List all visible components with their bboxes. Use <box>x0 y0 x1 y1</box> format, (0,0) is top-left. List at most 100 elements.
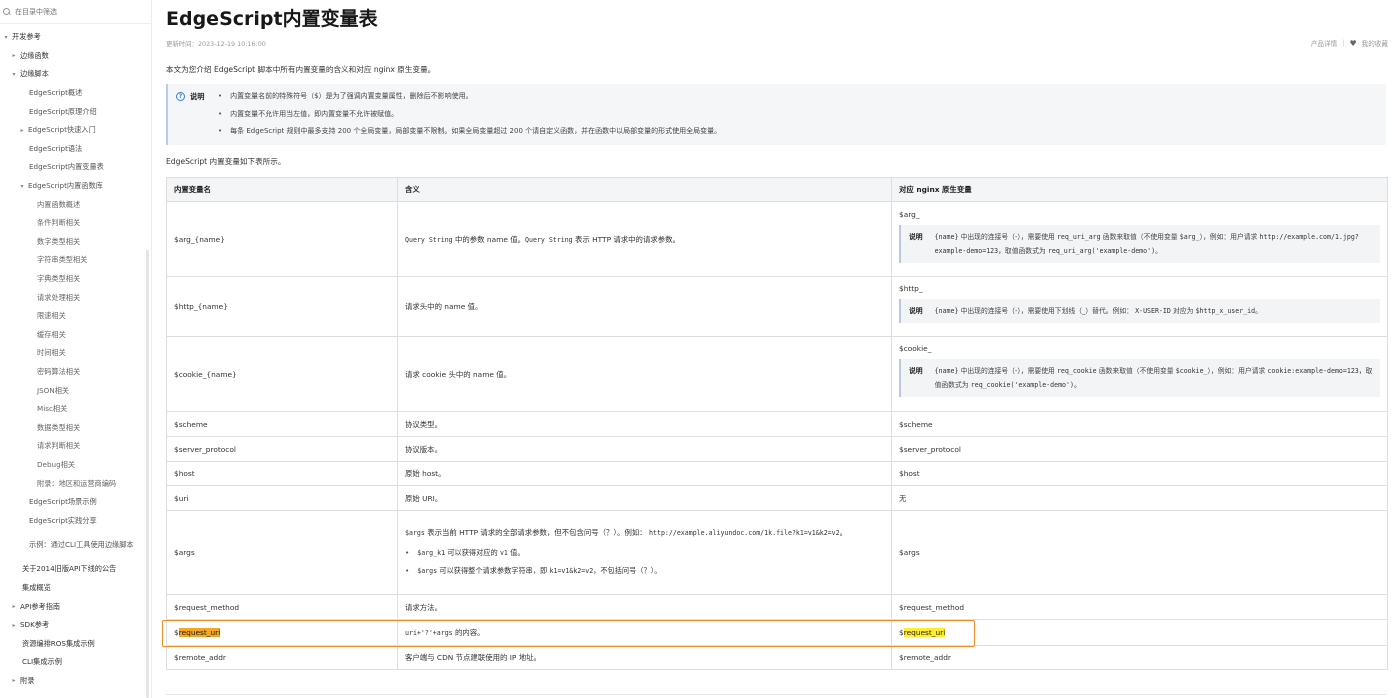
chevron-down-icon[interactable]: ▾ <box>10 71 18 78</box>
nginx-var: $http_ 说明 {name} 中出现的连接号（-），需要使用下划线（_）替代… <box>891 276 1388 337</box>
sidebar-item[interactable]: JSON相关 <box>0 381 151 400</box>
sidebar-item-label: 请求判断相关 <box>37 441 81 451</box>
code-text: $arg_k1 <box>417 549 446 557</box>
text: 函数来取值（不使用变量 <box>1096 367 1176 375</box>
sidebar-item[interactable]: 集成概览 <box>0 579 151 598</box>
code-text: Query String <box>525 235 573 244</box>
sidebar-item[interactable]: 数据类型相关 <box>0 418 151 437</box>
sidebar-item[interactable]: CLI集成示例 <box>0 653 151 672</box>
sidebar-item[interactable]: ▸ 附录 <box>0 672 151 691</box>
sidebar-item[interactable]: 条件判断相关 <box>0 214 151 233</box>
chevron-right-icon[interactable]: ▸ <box>10 622 18 629</box>
sidebar-search-input[interactable] <box>15 7 135 16</box>
code-text: uri+'?'+args <box>405 629 453 637</box>
sidebar-item[interactable]: ▸ 边缘函数 <box>0 47 151 66</box>
nginx-var-name: $arg_ <box>899 210 920 219</box>
favorite-link[interactable]: 我的收藏 <box>1362 38 1388 48</box>
sidebar-item[interactable]: 限速相关 <box>0 307 151 326</box>
sidebar-item[interactable]: 关于2014旧版API下线的公告 <box>0 560 151 579</box>
sidebar-item-label: EdgeScript内置函数库 <box>28 181 103 191</box>
sidebar-item[interactable]: EdgeScript原理介绍 <box>0 102 151 121</box>
sidebar-item[interactable]: 缓存相关 <box>0 326 151 345</box>
nginx-var: $request_method <box>891 594 1388 620</box>
sidebar-item-label: EdgeScript原理介绍 <box>29 106 97 116</box>
sub-note-text: {name} 中出现的连接号（-），需要使用 req_cookie 函数来取值（… <box>935 364 1374 392</box>
sidebar-item[interactable]: ▾ 边缘脚本 <box>0 65 151 84</box>
code-text: req_uri_arg <box>1056 233 1101 241</box>
sidebar-item[interactable]: 请求判断相关 <box>0 437 151 456</box>
text: ，不包括问号（？）。 <box>593 566 662 575</box>
text: 对应为 <box>1170 307 1196 315</box>
sub-note-label: 说明 <box>909 367 923 375</box>
var-name: $http_{name} <box>166 276 398 337</box>
search-highlight: request_uri <box>178 628 221 637</box>
sub-note-text: {name} 中出现的连接号（-），需要使用 req_uri_arg 函数来取值… <box>935 230 1374 258</box>
sidebar-item[interactable]: EdgeScript概述 <box>0 84 151 103</box>
sidebar-item[interactable]: EdgeScript场景示例 <box>0 493 151 512</box>
sidebar-search[interactable] <box>0 0 151 24</box>
chevron-right-icon[interactable]: ▸ <box>18 127 26 134</box>
var-meaning: Query String 中的参数 name 值。Query String 表示… <box>397 201 892 277</box>
sidebar-item[interactable]: ▾ 开发参考 <box>0 28 151 47</box>
var-meaning: 请求方法。 <box>397 594 892 620</box>
column-header: 含义 <box>397 177 892 202</box>
nginx-var-name: $http_ <box>899 284 923 293</box>
chevron-down-icon[interactable]: ▾ <box>2 34 10 41</box>
sidebar-item[interactable]: 字符串类型相关 <box>0 251 151 270</box>
var-name: $scheme <box>166 411 398 437</box>
sidebar-scrollbar[interactable] <box>146 250 149 698</box>
nginx-var: 无 <box>891 485 1388 511</box>
sidebar-item[interactable]: Misc相关 <box>0 400 151 419</box>
args-description: $args 表示当前 HTTP 请求的全部请求参数，但不包含问号（？）。例如： … <box>405 526 884 540</box>
var-name: $uri <box>166 485 398 511</box>
sidebar-item-active[interactable]: EdgeScript内置变量表 <box>0 158 151 177</box>
sidebar-item-label: Debug相关 <box>37 459 76 469</box>
nginx-var: $scheme <box>891 411 1388 437</box>
table-row: $remote_addr 客户端与 CDN 节点建联使用的 IP 地址。 $re… <box>166 645 1388 670</box>
table-lead-text: EdgeScript 内置变量如下表所示。 <box>166 157 286 166</box>
sidebar-item[interactable]: 时间相关 <box>0 344 151 363</box>
table-row: $server_protocol 协议版本。 $server_protocol <box>166 436 1388 462</box>
text: 中出现的连接号（-），需要使用下划线（_）替代。例如： <box>958 307 1136 315</box>
sidebar-item[interactable]: 附录：地区和运营商编码 <box>0 474 151 493</box>
sidebar-item-label: 字符串类型相关 <box>37 255 88 265</box>
heart-icon[interactable]: ♥ <box>1349 39 1356 48</box>
sidebar-item[interactable]: ▸ API参考指南 <box>0 597 151 616</box>
table-row: $args $args 表示当前 HTTP 请求的全部请求参数，但不包含问号（？… <box>166 510 1388 595</box>
sidebar-item[interactable]: 资源编排ROS集成示例 <box>0 634 151 653</box>
sidebar-item[interactable]: ▸ EdgeScript快速入门 <box>0 121 151 140</box>
chevron-down-icon[interactable]: ▾ <box>18 183 26 190</box>
chevron-right-icon[interactable]: ▸ <box>10 52 18 59</box>
sidebar-item[interactable]: 请求处理相关 <box>0 288 151 307</box>
sub-note-label: 说明 <box>909 233 923 241</box>
table-header-row: 内置变量名 含义 对应 nginx 原生变量 <box>166 177 1388 202</box>
var-name: $server_protocol <box>166 436 398 462</box>
note-item: 内置变量名前的特殊符号（$）是为了强调内置变量属性，删除后不影响使用。 <box>218 91 721 109</box>
chevron-right-icon[interactable]: ▸ <box>10 603 18 610</box>
sidebar-item[interactable]: 内置函数概述 <box>0 195 151 214</box>
code-text: {name} <box>934 233 959 241</box>
sidebar-item-label: 内置函数概述 <box>37 199 81 209</box>
sidebar-item[interactable]: EdgeScript语法 <box>0 140 151 159</box>
sidebar-item-label: Misc相关 <box>37 404 68 414</box>
text: 值。 <box>507 548 525 557</box>
list-item: $args 可以获得整个请求参数字符串，即 k1=v1&k2=v2，不包括问号（… <box>405 562 884 580</box>
table-row: $uri 原始 URI。 无 <box>166 485 1388 511</box>
sidebar-item-label: 边缘脚本 <box>20 69 49 79</box>
sidebar-item-label: 边缘函数 <box>20 50 49 60</box>
chevron-right-icon[interactable]: ▸ <box>10 677 18 684</box>
sidebar-item[interactable]: ▾ EdgeScript内置函数库 <box>0 177 151 196</box>
sidebar-item[interactable]: ▸ SDK参考 <box>0 616 151 635</box>
sidebar-item[interactable]: 数字类型相关 <box>0 233 151 252</box>
sidebar-item[interactable]: Debug相关 <box>0 456 151 475</box>
update-time: 更新时间：2023-12-19 10:16:00 <box>166 40 266 48</box>
product-detail-link[interactable]: 产品详情 <box>1311 38 1337 48</box>
nginx-var: $host <box>891 461 1388 486</box>
sidebar-item[interactable]: 示例：通过CLI工具使用边缘脚本 <box>0 530 151 560</box>
sidebar-item[interactable]: 密码算法相关 <box>0 363 151 382</box>
sidebar-item[interactable]: EdgeScript实践分享 <box>0 511 151 530</box>
var-meaning: 原始 host。 <box>397 461 892 486</box>
var-meaning: $args 表示当前 HTTP 请求的全部请求参数，但不包含问号（？）。例如： … <box>397 510 892 595</box>
text: 中的参数 name 值。 <box>452 234 525 244</box>
sidebar-item[interactable]: 字典类型相关 <box>0 270 151 289</box>
